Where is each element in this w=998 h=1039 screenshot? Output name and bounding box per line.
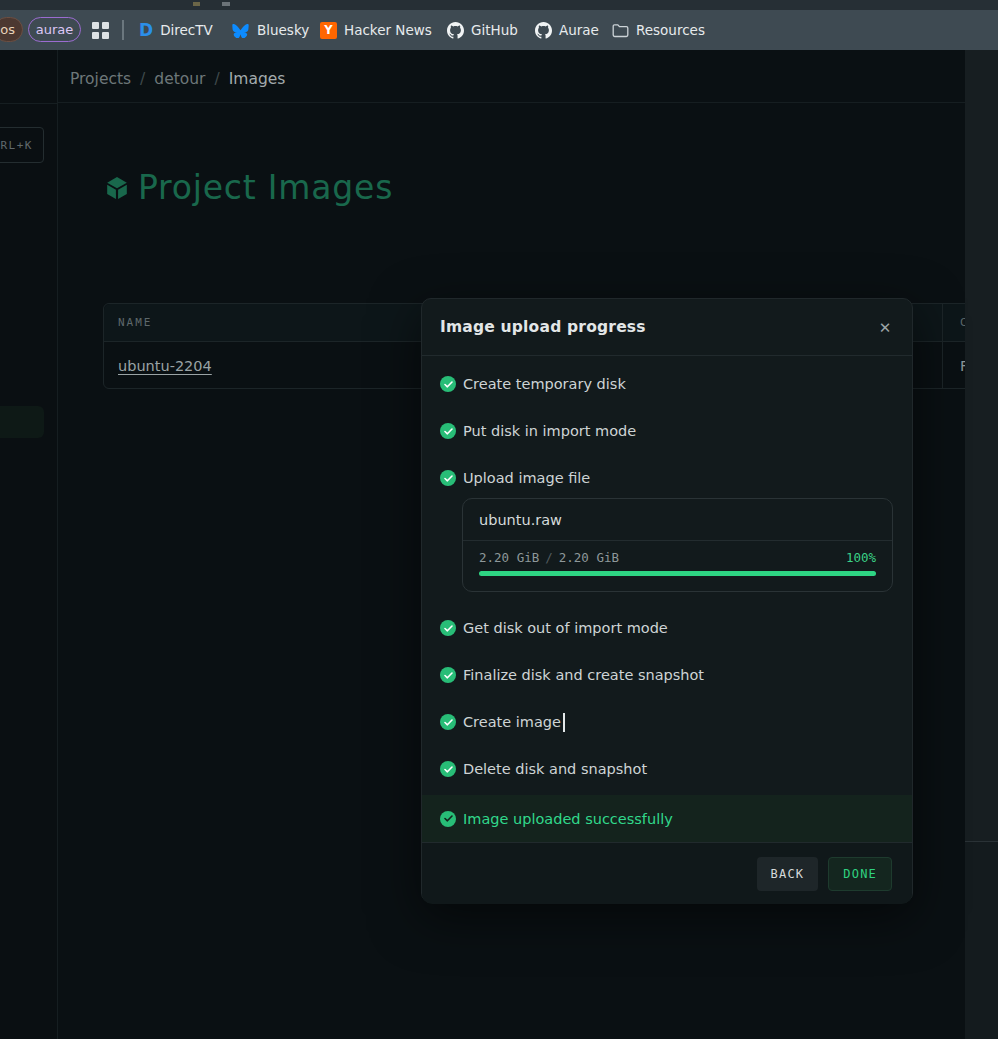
console-page: RL+K Projects / detour / Images Project …: [0, 50, 998, 1039]
bookmarks-bar: os aurae D DirecTV Bluesky Y Hacker News…: [0, 10, 998, 50]
step-label: Get disk out of import mode: [463, 620, 668, 636]
bookmark-bluesky[interactable]: Bluesky: [231, 10, 309, 50]
step-label: Put disk in import mode: [463, 423, 636, 439]
bookmark-directv[interactable]: D DirecTV: [139, 10, 213, 50]
page-title-row: Project Images: [105, 168, 393, 207]
modal-header: Image upload progress ✕: [422, 299, 912, 356]
step-put-disk-import-mode: Put disk in import mode: [422, 419, 912, 443]
upload-percent: 100%: [846, 550, 876, 565]
sidebar-item-active[interactable]: [0, 406, 44, 438]
step-create-temporary-disk: Create temporary disk: [422, 372, 912, 396]
bookmark-pill-aurae[interactable]: aurae: [28, 17, 81, 42]
bookmark-label: DirecTV: [160, 22, 213, 38]
bookmark-aurae[interactable]: Aurae: [535, 10, 599, 50]
upload-progress-box: ubuntu.raw 2.20 GiB/2.20 GiB 100%: [462, 498, 893, 592]
check-circle-icon: [440, 761, 456, 777]
check-circle-icon: [440, 667, 456, 683]
step-get-disk-out: Get disk out of import mode: [422, 616, 912, 640]
step-label: Delete disk and snapshot: [463, 761, 647, 777]
step-label: Upload image file: [463, 470, 590, 486]
apps-grid-icon[interactable]: [92, 22, 109, 43]
bookmark-pill-os[interactable]: os: [0, 17, 23, 42]
top-strip-fragment: [222, 2, 230, 6]
page-title: Project Images: [138, 168, 393, 207]
images-cube-icon: [105, 176, 129, 200]
image-upload-progress-modal: Image upload progress ✕ Create temporary…: [421, 298, 913, 903]
check-circle-icon: [440, 470, 456, 486]
breadcrumb-separator: /: [214, 70, 219, 88]
bookmark-label: Hacker News: [344, 22, 432, 38]
sidebar: RL+K: [0, 50, 58, 1039]
step-finalize-disk: Finalize disk and create snapshot: [422, 663, 912, 687]
upload-file-name: ubuntu.raw: [463, 499, 892, 541]
step-upload-image-file: Upload image file: [422, 466, 912, 490]
bookmark-label: Aurae: [559, 22, 599, 38]
check-circle-icon: [440, 714, 456, 730]
modal-title: Image upload progress: [440, 318, 646, 336]
browser-top-strip: [0, 0, 998, 10]
step-create-image: Create image: [422, 710, 912, 734]
upload-bytes: 2.20 GiB/2.20 GiB: [479, 550, 619, 565]
breadcrumb: Projects / detour / Images: [58, 50, 965, 103]
bookmark-label: Resources: [636, 22, 705, 38]
top-strip-fragment: [193, 2, 200, 6]
search-shortcut-box[interactable]: RL+K: [0, 127, 44, 163]
text-cursor: [563, 713, 565, 732]
column-header-name: NAME: [104, 316, 153, 329]
check-circle-icon: [440, 811, 456, 827]
step-label: Create temporary disk: [463, 376, 626, 392]
breadcrumb-projects[interactable]: Projects: [70, 70, 131, 88]
image-link-ubuntu-2204[interactable]: ubuntu-2204: [104, 358, 212, 374]
bluesky-icon: [231, 23, 250, 38]
upload-stats: 2.20 GiB/2.20 GiB 100%: [479, 550, 876, 565]
step-label: Create image: [463, 714, 561, 730]
bookmark-label: GitHub: [471, 22, 518, 38]
check-circle-icon: [440, 620, 456, 636]
progress-bar: [479, 571, 876, 576]
step-label: Finalize disk and create snapshot: [463, 667, 704, 683]
bookmark-github[interactable]: GitHub: [447, 10, 518, 50]
step-delete-disk: Delete disk and snapshot: [422, 757, 912, 781]
done-button[interactable]: DONE: [828, 857, 892, 891]
github-icon: [535, 22, 552, 39]
back-button[interactable]: BACK: [757, 857, 819, 891]
folder-icon: [612, 23, 629, 38]
bookmark-label: Bluesky: [257, 22, 309, 38]
breadcrumb-detour[interactable]: detour: [154, 70, 205, 88]
sidebar-divider: [0, 103, 57, 104]
directv-icon: D: [139, 20, 153, 40]
hacker-news-icon: Y: [320, 22, 337, 39]
check-circle-icon: [440, 376, 456, 392]
scrollbar-track: [965, 50, 998, 1039]
breadcrumb-images[interactable]: Images: [229, 70, 286, 88]
bookmark-hacker-news[interactable]: Y Hacker News: [320, 10, 432, 50]
success-label: Image uploaded successfully: [463, 811, 673, 827]
github-icon: [447, 22, 464, 39]
check-circle-icon: [440, 423, 456, 439]
scrollbar-thumb[interactable]: [965, 50, 998, 842]
modal-footer: BACK DONE: [422, 842, 912, 904]
bookmarks-separator: [122, 20, 124, 40]
table-column-divider: [942, 304, 943, 388]
close-icon[interactable]: ✕: [876, 319, 894, 337]
step-image-uploaded-successfully: Image uploaded successfully: [422, 795, 912, 842]
bookmark-resources-folder[interactable]: Resources: [612, 10, 705, 50]
breadcrumb-separator: /: [140, 70, 145, 88]
